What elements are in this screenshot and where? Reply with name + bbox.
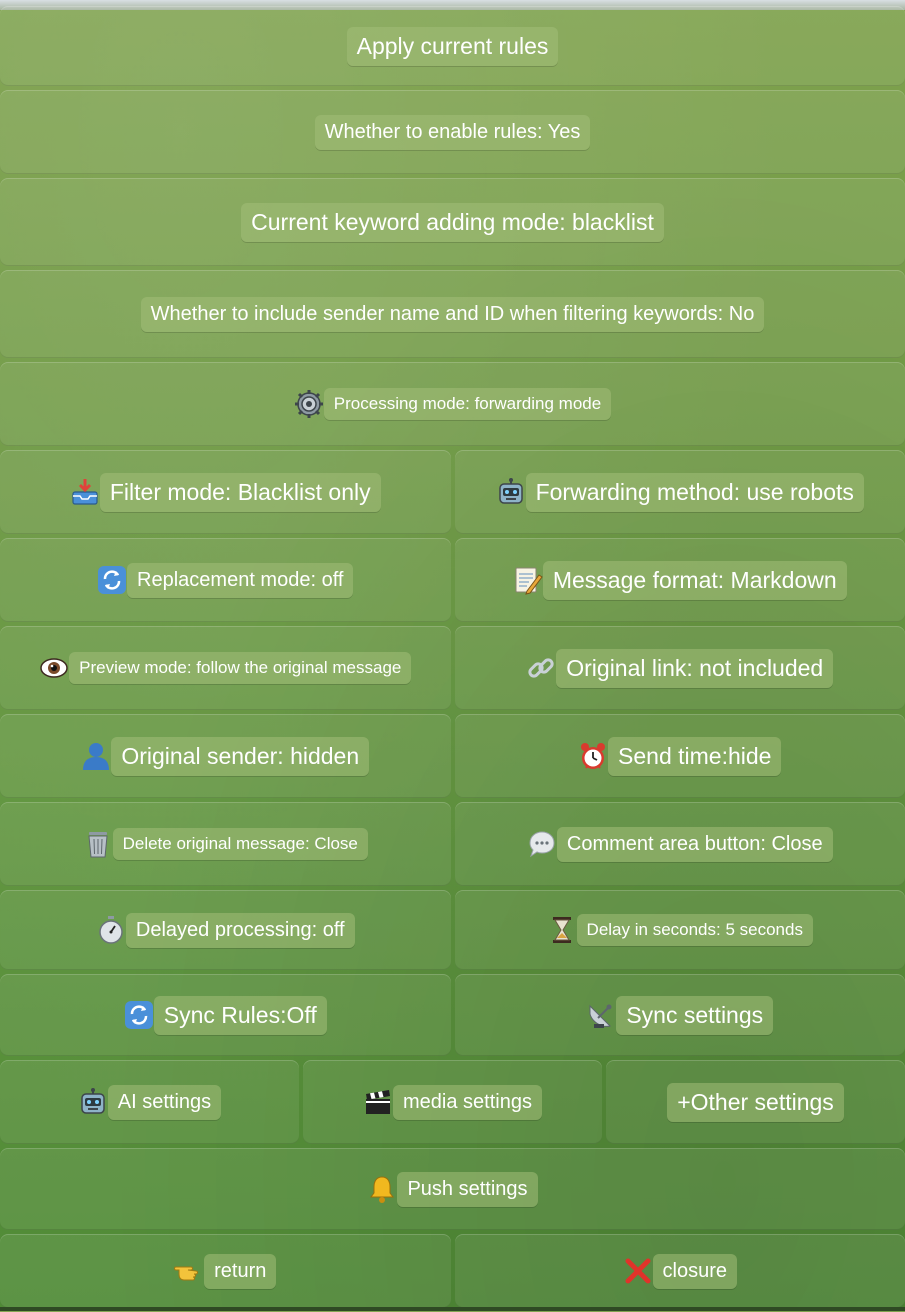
push-settings-button[interactable]: Push settings [0,1148,905,1230]
replacement-mode-label: Replacement mode: off [127,563,353,598]
sync-rules-button[interactable]: Sync Rules:Off [0,974,451,1056]
filter-mode-button[interactable]: Filter mode: Blacklist only [0,450,451,534]
wastebasket-icon [83,829,113,859]
robot-icon [496,477,526,507]
delay-seconds-button[interactable]: Delay in seconds: 5 seconds [455,890,905,970]
ai-settings-button[interactable]: AI settings [0,1060,299,1144]
window-bottom-edge [0,1307,905,1311]
enable-rules-label: Whether to enable rules: Yes [315,115,591,150]
forwarding-method-button[interactable]: Forwarding method: use robots [455,450,905,534]
keyboard-row-3: Current keyword adding mode: blacklist [0,178,905,266]
delete-original-label: Delete original message: Close [113,828,368,860]
keyboard-row-2: Whether to enable rules: Yes [0,90,905,174]
keyboard-row-1: Apply current rules [0,6,905,86]
keyboard-row-14: Push settings [0,1148,905,1230]
ai-settings-label: AI settings [108,1085,221,1120]
keyboard-row-13: AI settings media settings +Other settin… [0,1060,905,1144]
keyboard-row-11: Delayed processing: off Delay in seconds… [0,890,905,970]
enable-rules-button[interactable]: Whether to enable rules: Yes [0,90,905,174]
apply-current-rules-label: Apply current rules [347,27,559,66]
clapper-board-icon [363,1087,393,1117]
preview-mode-button[interactable]: Preview mode: follow the original messag… [0,626,451,710]
refresh-icon [124,1000,154,1030]
delete-original-button[interactable]: Delete original message: Close [0,802,451,886]
keyboard-row-12: Sync Rules:Off Sync settings [0,974,905,1056]
keyboard-row-9: Original sender: hidden Send time:hide [0,714,905,798]
refresh-icon [97,565,127,595]
filter-mode-label: Filter mode: Blacklist only [100,473,381,512]
stopwatch-icon [96,915,126,945]
cross-mark-icon [623,1256,653,1286]
preview-mode-label: Preview mode: follow the original messag… [69,652,411,684]
keyword-mode-label: Current keyword adding mode: blacklist [241,203,664,242]
delay-seconds-label: Delay in seconds: 5 seconds [577,914,813,946]
return-label: return [204,1254,276,1289]
inline-keyboard: Apply current rules Whether to enable ru… [0,6,905,1312]
pointing-hand-icon [174,1256,204,1286]
closure-label: closure [653,1254,737,1289]
replacement-mode-button[interactable]: Replacement mode: off [0,538,451,622]
delayed-processing-button[interactable]: Delayed processing: off [0,890,451,970]
send-time-button[interactable]: Send time:hide [455,714,905,798]
inbox-tray-icon [70,477,100,507]
original-sender-button[interactable]: Original sender: hidden [0,714,451,798]
original-link-button[interactable]: Original link: not included [455,626,905,710]
comment-area-label: Comment area button: Close [557,827,833,862]
return-button[interactable]: return [0,1234,451,1308]
send-time-label: Send time:hide [608,737,781,776]
original-link-label: Original link: not included [556,649,833,688]
other-settings-label: +Other settings [667,1083,844,1122]
keyboard-row-5: Processing mode: forwarding mode [0,362,905,446]
satellite-dish-icon [586,1000,616,1030]
sync-rules-label: Sync Rules:Off [154,996,327,1035]
other-settings-button[interactable]: +Other settings [606,1060,905,1144]
media-settings-button[interactable]: media settings [303,1060,602,1144]
include-sender-label: Whether to include sender name and ID wh… [141,297,765,332]
apply-current-rules-button[interactable]: Apply current rules [0,6,905,86]
keyboard-row-8: Preview mode: follow the original messag… [0,626,905,710]
forwarding-method-label: Forwarding method: use robots [526,473,864,512]
media-settings-label: media settings [393,1085,542,1120]
message-format-label: Message format: Markdown [543,561,847,600]
push-settings-label: Push settings [397,1172,537,1207]
keyboard-row-7: Replacement mode: off Message format: Ma… [0,538,905,622]
original-sender-label: Original sender: hidden [111,737,369,776]
user-silhouette-icon [81,741,111,771]
delayed-processing-label: Delayed processing: off [126,913,355,948]
include-sender-button[interactable]: Whether to include sender name and ID wh… [0,270,905,358]
keyboard-row-4: Whether to include sender name and ID wh… [0,270,905,358]
keyboard-row-15: return closure [0,1234,905,1308]
processing-mode-label: Processing mode: forwarding mode [324,388,611,420]
robot-icon [78,1087,108,1117]
closure-button[interactable]: closure [455,1234,905,1308]
link-icon [526,653,556,683]
sync-settings-label: Sync settings [616,996,773,1035]
keyword-mode-button[interactable]: Current keyword adding mode: blacklist [0,178,905,266]
comment-area-button[interactable]: Comment area button: Close [455,802,905,886]
memo-icon [513,565,543,595]
alarm-clock-icon [578,741,608,771]
hourglass-icon [547,915,577,945]
eye-icon [39,653,69,683]
sync-settings-button[interactable]: Sync settings [455,974,905,1056]
bell-icon [367,1174,397,1204]
processing-mode-button[interactable]: Processing mode: forwarding mode [0,362,905,446]
gear-icon [294,389,324,419]
keyboard-row-10: Delete original message: Close Comment a… [0,802,905,886]
message-format-button[interactable]: Message format: Markdown [455,538,905,622]
speech-bubble-icon [527,829,557,859]
keyboard-row-6: Filter mode: Blacklist only Forwarding m… [0,450,905,534]
